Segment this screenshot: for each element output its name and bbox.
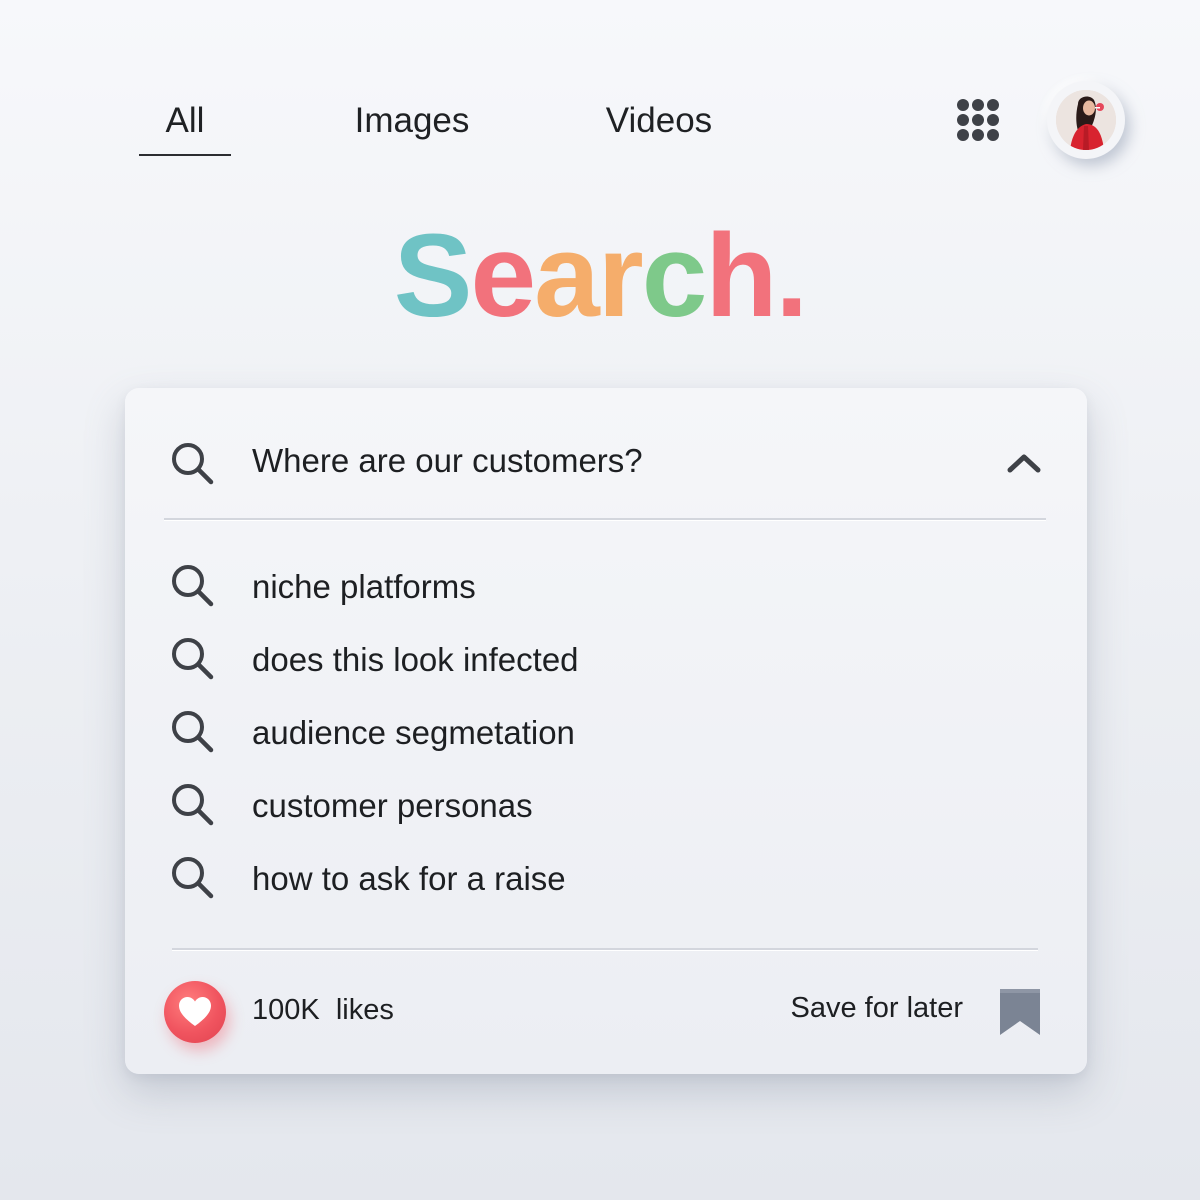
search-icon (172, 443, 214, 485)
logo-letter-dot: . (775, 210, 808, 342)
logo-letter-r: r (597, 210, 644, 342)
search-icon (172, 638, 214, 680)
active-tab-indicator (139, 154, 231, 156)
heart-icon (179, 997, 211, 1026)
bookmark-icon[interactable] (998, 987, 1042, 1037)
search-card: Where are our customers? niche platforms… (125, 388, 1087, 1074)
like-button[interactable] (164, 981, 226, 1043)
logo-letter-s: S (393, 210, 473, 342)
suggestion-item[interactable]: customer personas (165, 777, 1045, 837)
search-icon (172, 711, 214, 753)
footer-divider (172, 948, 1038, 950)
search-logo: Search. (0, 206, 1200, 346)
search-icon (172, 784, 214, 826)
logo-letter-h: h (705, 210, 777, 342)
suggestion-item[interactable]: audience segmetation (165, 704, 1045, 764)
search-icon (172, 857, 214, 899)
suggestion-label: customer personas (252, 787, 533, 824)
tab-videos[interactable]: Videos (578, 96, 740, 146)
apps-grid-icon[interactable] (955, 97, 1001, 143)
chevron-up-icon[interactable] (1005, 450, 1043, 474)
search-bar[interactable]: Where are our customers? (125, 388, 1087, 520)
likes-number: 100K (252, 994, 320, 1026)
search-divider (164, 518, 1046, 520)
suggestion-label: does this look infected (252, 641, 579, 678)
suggestion-label: how to ask for a raise (252, 860, 566, 897)
logo-letter-c: c (641, 210, 708, 342)
likes-label: likes (335, 994, 394, 1026)
user-avatar-photo (1056, 90, 1116, 150)
suggestion-label: niche platforms (252, 568, 476, 605)
search-icon (172, 565, 214, 607)
logo-letter-a: a (534, 210, 600, 342)
save-for-later-link[interactable]: Save for later (765, 988, 963, 1028)
search-input[interactable]: Where are our customers? (252, 438, 643, 484)
suggestion-item[interactable]: does this look infected (165, 631, 1045, 691)
suggestion-item[interactable]: niche platforms (165, 558, 1045, 618)
avatar[interactable] (1047, 81, 1125, 159)
suggestion-label: audience segmetation (252, 714, 575, 751)
tab-all[interactable]: All (139, 96, 231, 146)
suggestion-item[interactable]: how to ask for a raise (165, 850, 1045, 910)
top-nav: All Images Videos (0, 96, 1200, 166)
likes-count: 100K likes (252, 990, 394, 1030)
logo-letter-e: e (470, 210, 536, 342)
tab-images[interactable]: Images (322, 96, 502, 146)
